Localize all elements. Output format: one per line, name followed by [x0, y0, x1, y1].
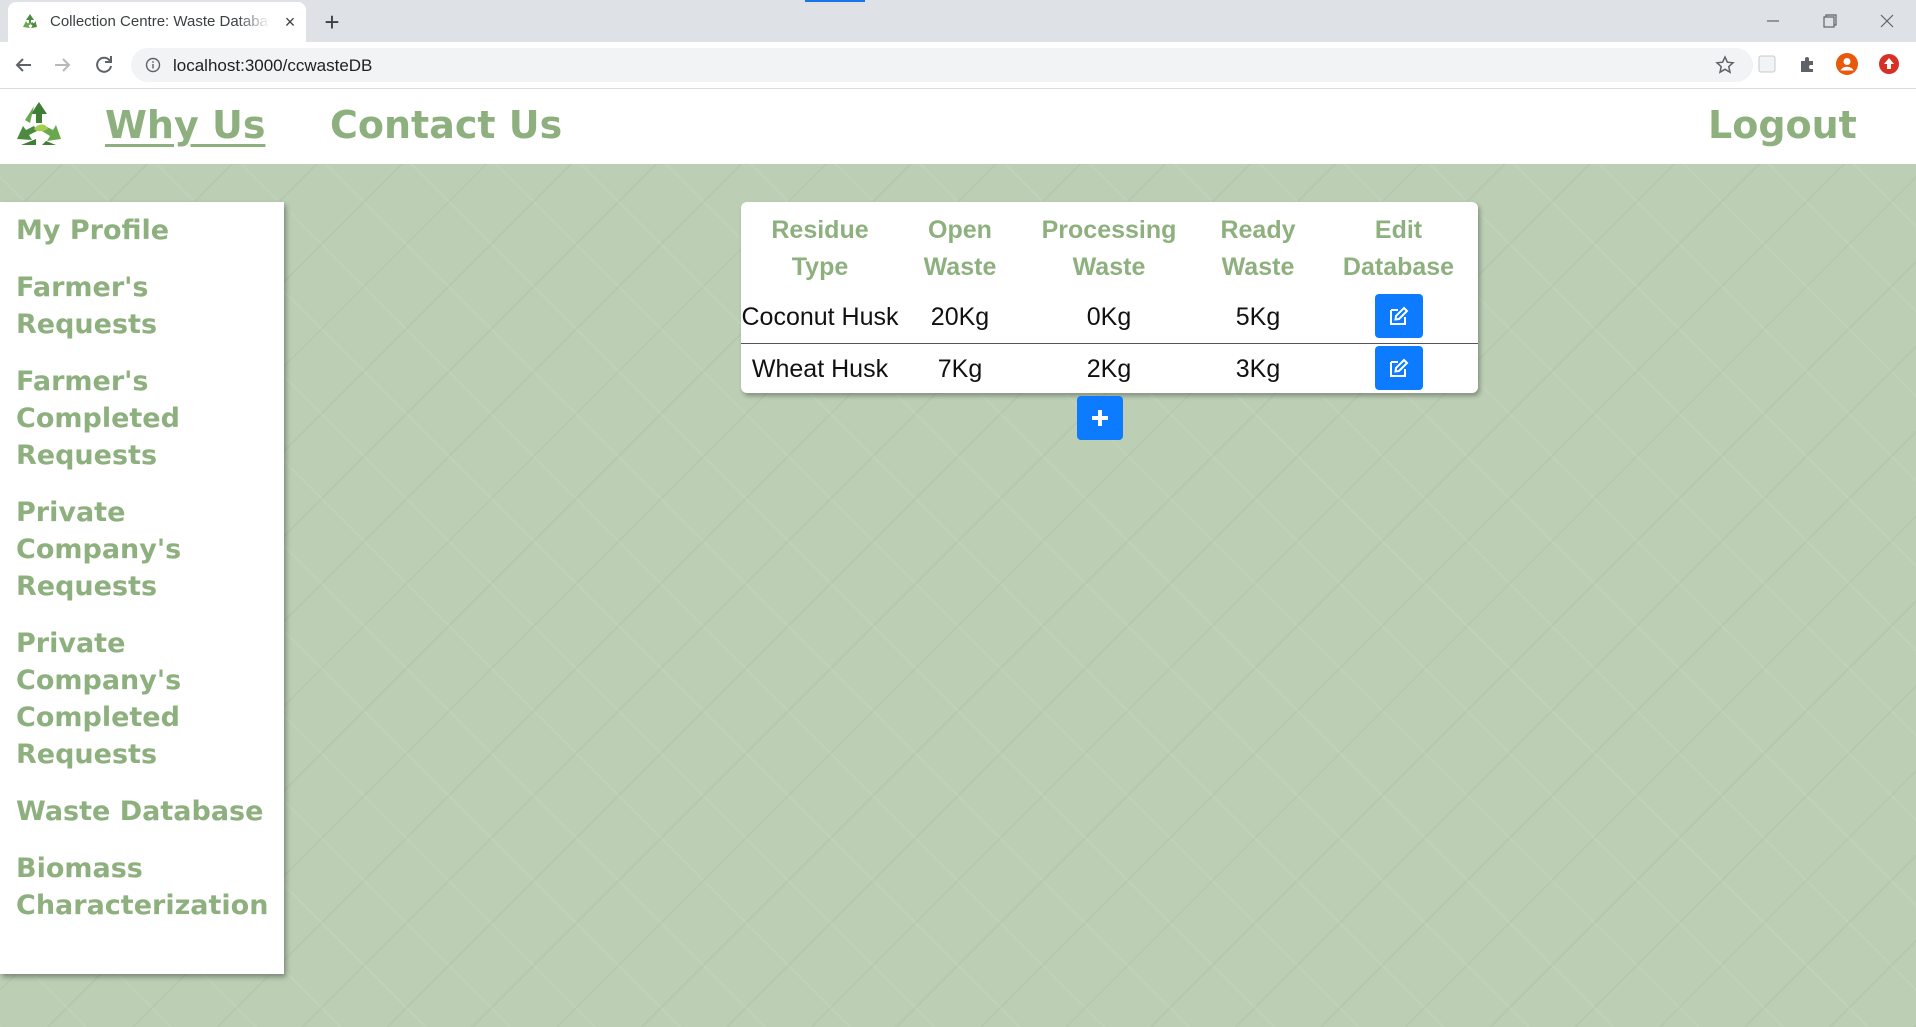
restore-icon[interactable] [1815, 6, 1845, 36]
extensions-puzzle-icon[interactable] [1797, 53, 1819, 75]
header-open-waste: Open Waste [923, 216, 997, 281]
bookmark-star-icon[interactable] [1715, 55, 1735, 75]
tab-strip-indicator [805, 0, 865, 2]
sidebar-item-farmers-completed-requests[interactable]: Farmer's Completed Requests [16, 363, 278, 474]
header-edit-database: Edit Database [1342, 216, 1455, 281]
cell-open-waste: 20Kg [899, 292, 1021, 344]
edit-row-button[interactable] [1374, 346, 1423, 390]
contact-us-link[interactable]: Contact Us [330, 103, 562, 147]
new-tab-button[interactable]: + [318, 8, 346, 36]
sidebar-item-private-company-requests[interactable]: Private Company's Requests [16, 494, 278, 605]
minimize-icon[interactable] [1758, 6, 1788, 36]
recycle-favicon-icon [23, 14, 37, 28]
sidebar-item-private-company-completed-requests[interactable]: Private Company's Completed Requests [16, 625, 278, 773]
cell-ready-waste: 3Kg [1235, 355, 1281, 383]
forward-arrow-icon[interactable] [48, 51, 76, 79]
sidebar-item-farmers-requests[interactable]: Farmer's Requests [16, 269, 278, 343]
profile-avatar-icon[interactable] [1836, 53, 1858, 75]
tab-title: Collection Centre: Waste Database [50, 13, 270, 30]
waste-database-table: Residue Type Open Waste Processing Waste… [741, 202, 1478, 393]
edit-icon [1389, 358, 1408, 377]
plus-icon [1092, 410, 1108, 426]
url-text: localhost:3000/ccwasteDB [173, 56, 373, 75]
cell-open-waste: 7Kg [937, 355, 983, 383]
why-us-link[interactable]: Why Us [105, 103, 265, 147]
table-row: Coconut Husk 20Kg 0Kg 5Kg [741, 292, 1478, 344]
recycle-icon[interactable] [12, 99, 66, 153]
site-info-icon[interactable] [145, 57, 161, 73]
extension-placeholder-icon[interactable] [1756, 53, 1778, 75]
header-processing-waste: Processing Waste [1041, 216, 1177, 281]
table-row: Wheat Husk 7Kg 2Kg 3Kg [741, 344, 1478, 394]
sidebar: My Profile Farmer's Requests Farmer's Co… [0, 202, 284, 974]
cell-edit [1319, 344, 1478, 394]
update-arrow-icon[interactable] [1878, 53, 1900, 75]
cell-processing-waste: 2Kg [1086, 355, 1132, 383]
browser-tabstrip: Collection Centre: Waste Database × + [0, 0, 1916, 42]
edit-row-button[interactable] [1374, 294, 1423, 338]
cell-ready-waste: 5Kg [1197, 292, 1319, 344]
tab-close-icon[interactable]: × [280, 12, 300, 32]
cell-residue-type: Coconut Husk [741, 292, 899, 344]
browser-toolbar: localhost:3000/ccwasteDB [0, 42, 1916, 89]
back-arrow-icon[interactable] [10, 51, 38, 79]
cell-processing-waste: 0Kg [1021, 292, 1197, 344]
sidebar-item-biomass-characterization[interactable]: Biomass Characterization [16, 850, 278, 924]
browser-tab[interactable]: Collection Centre: Waste Database × [8, 2, 306, 42]
site-navbar: Why Us Contact Us Logout [0, 89, 1916, 164]
sidebar-item-waste-database[interactable]: Waste Database [16, 793, 278, 830]
cell-residue-type: Wheat Husk [751, 355, 889, 383]
add-row-button[interactable] [1077, 396, 1123, 440]
cell-edit [1319, 292, 1478, 344]
header-residue-type: Residue Type [771, 216, 869, 281]
logout-link[interactable]: Logout [1708, 103, 1857, 147]
header-ready-waste: Ready Waste [1220, 216, 1296, 281]
edit-icon [1389, 306, 1408, 325]
reload-icon[interactable] [90, 51, 118, 79]
address-bar[interactable]: localhost:3000/ccwasteDB [131, 48, 1753, 82]
waste-database-table-card: Residue Type Open Waste Processing Waste… [741, 202, 1478, 393]
close-window-icon[interactable] [1872, 6, 1902, 36]
table-header-row: Residue Type Open Waste Processing Waste… [741, 202, 1478, 292]
sidebar-item-my-profile[interactable]: My Profile [16, 212, 278, 249]
page-content: Why Us Contact Us Logout My Profile Farm… [0, 89, 1916, 1027]
